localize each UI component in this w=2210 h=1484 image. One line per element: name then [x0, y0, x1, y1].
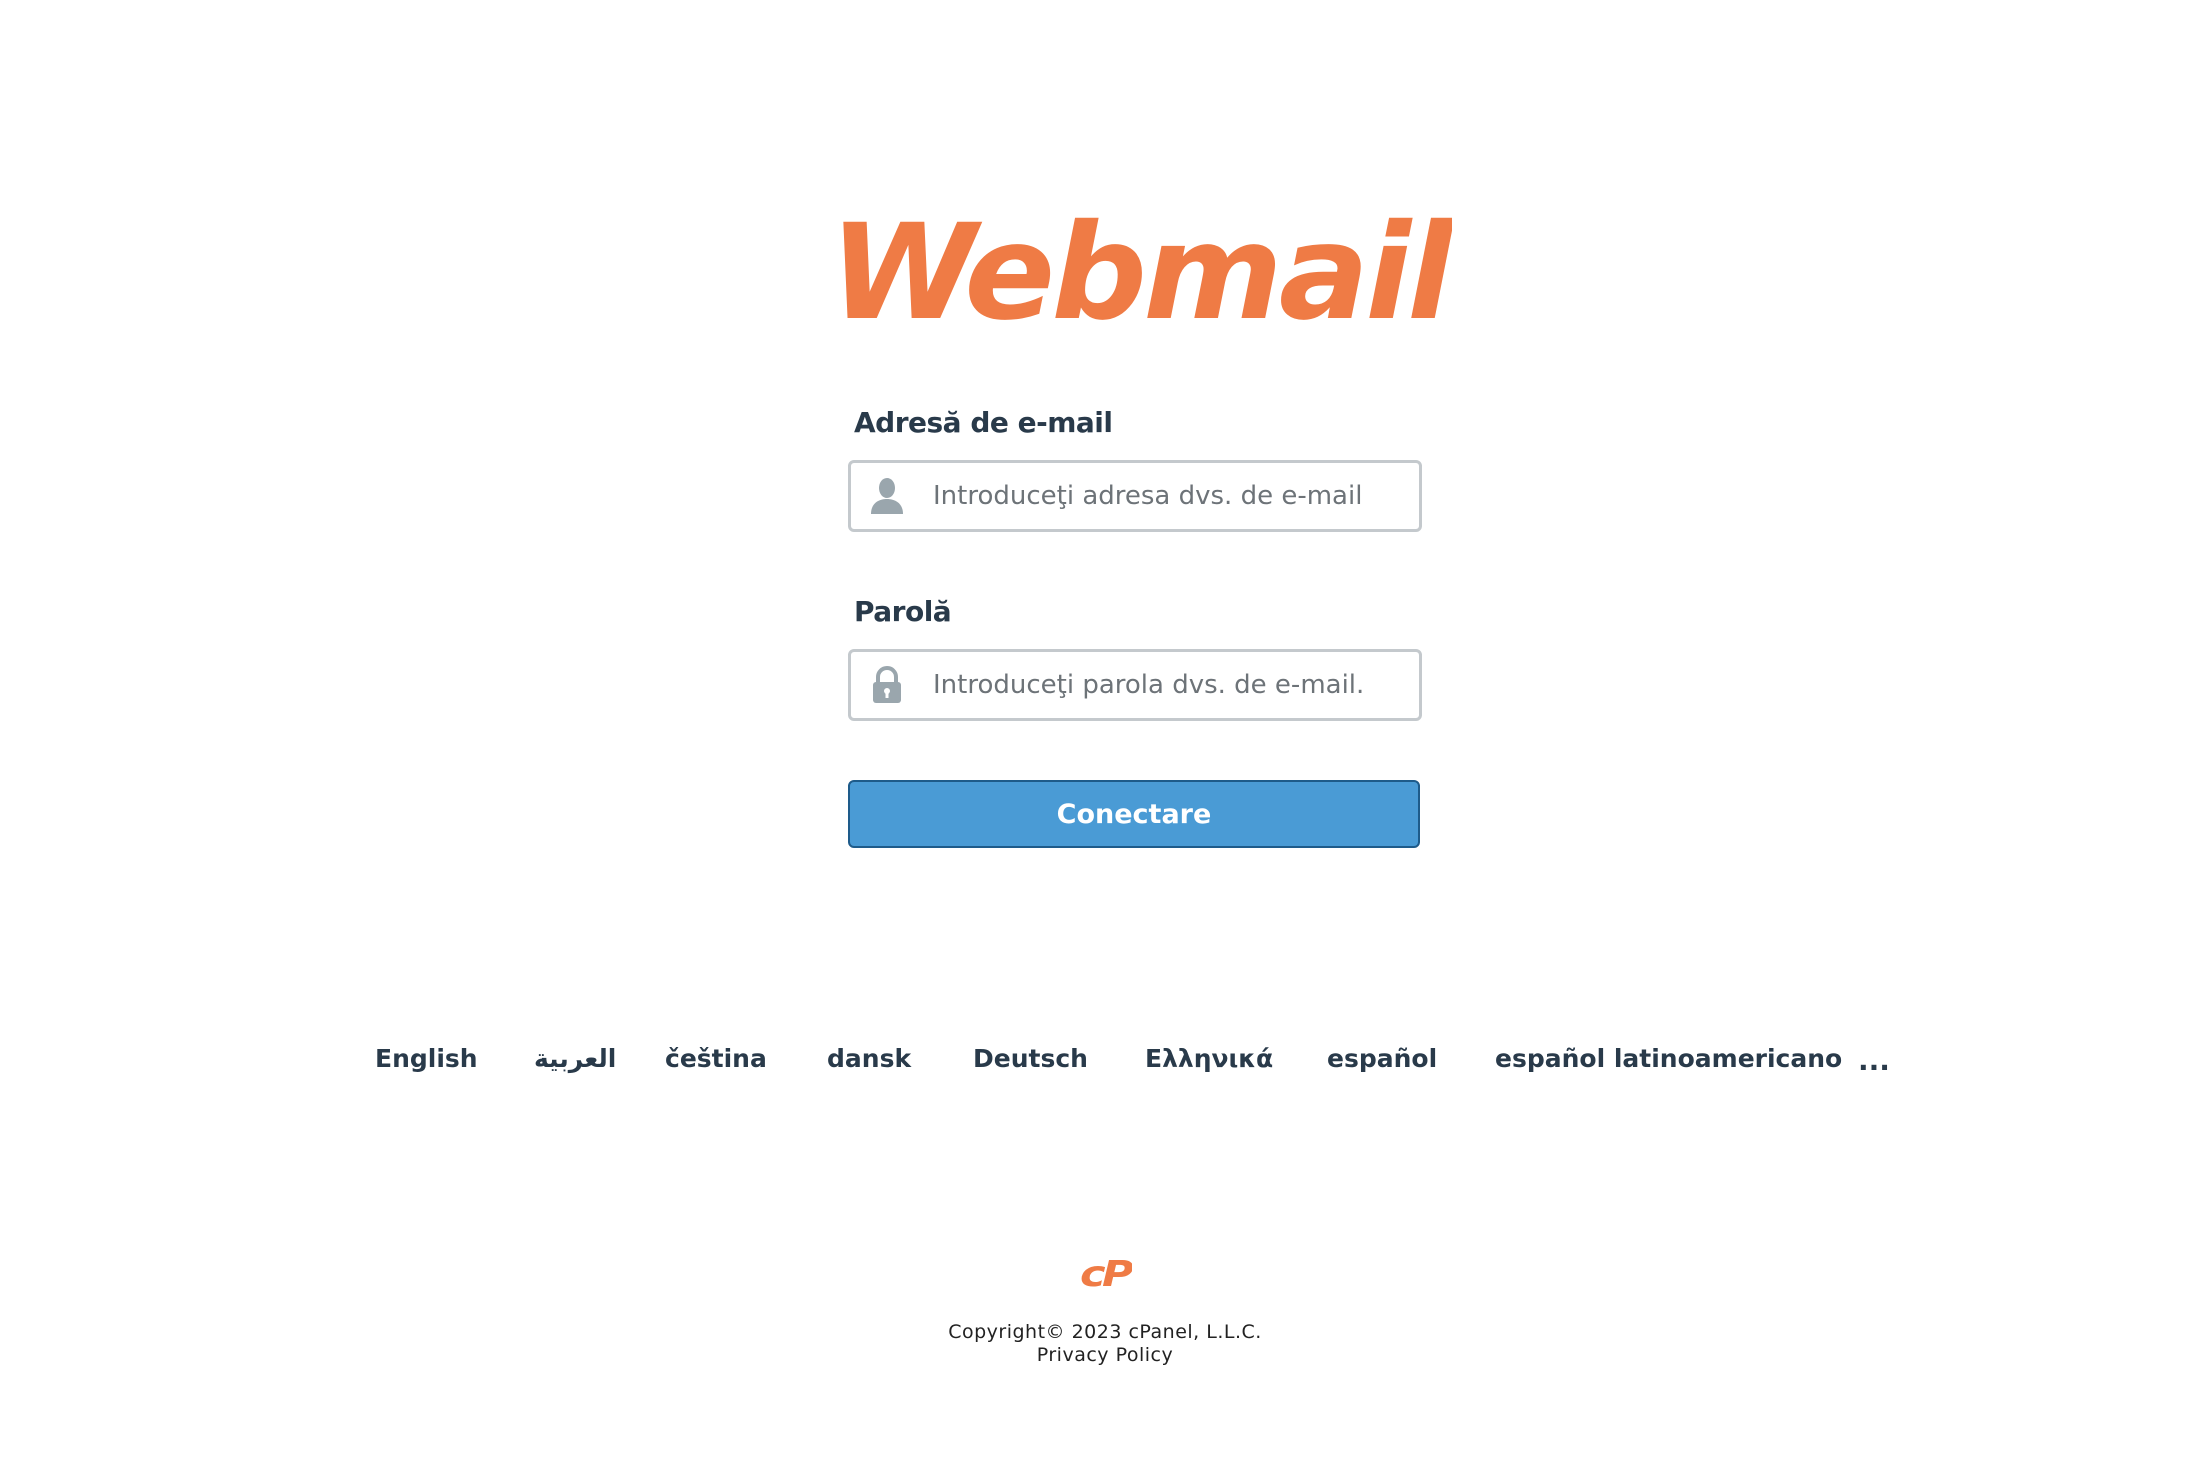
- language-link-english[interactable]: English: [375, 1044, 478, 1073]
- email-label: Adresă de e-mail: [854, 406, 1113, 439]
- webmail-logo: Webmail: [826, 210, 1452, 340]
- language-link-danish[interactable]: dansk: [827, 1044, 911, 1073]
- copyright-text: Copyright© 2023 cPanel, L.L.C.: [948, 1321, 1262, 1343]
- password-field-wrapper: [848, 649, 1422, 721]
- language-link-czech[interactable]: čeština: [665, 1044, 767, 1073]
- language-link-spanish-latam[interactable]: español latinoamericano: [1495, 1044, 1842, 1073]
- language-link-spanish[interactable]: español: [1327, 1044, 1437, 1073]
- password-label: Parolă: [854, 595, 952, 628]
- privacy-policy-link[interactable]: Privacy Policy: [1037, 1344, 1173, 1366]
- login-page: Webmail Adresă de e-mail Parolă: [0, 0, 2210, 1484]
- lock-icon: [869, 666, 905, 704]
- language-link-german[interactable]: Deutsch: [973, 1044, 1088, 1073]
- language-link-greek[interactable]: Ελληνικά: [1145, 1044, 1273, 1073]
- login-button[interactable]: Conectare: [848, 780, 1420, 848]
- footer: cP Copyright© 2023 cPanel, L.L.C. Privac…: [0, 1254, 2210, 1367]
- user-icon: [869, 477, 905, 515]
- language-link-arabic[interactable]: العربية: [534, 1044, 616, 1073]
- more-languages-button[interactable]: ...: [1858, 1044, 1890, 1077]
- password-input[interactable]: [933, 652, 1403, 718]
- svg-text:cP: cP: [1080, 1254, 1132, 1294]
- svg-text:Webmail: Webmail: [829, 210, 1452, 340]
- cpanel-logo: cP: [1080, 1254, 1132, 1294]
- language-selector: English العربية čeština dansk Deutsch Ελ…: [0, 1044, 2210, 1084]
- email-field-wrapper: [848, 460, 1422, 532]
- email-input[interactable]: [933, 463, 1403, 529]
